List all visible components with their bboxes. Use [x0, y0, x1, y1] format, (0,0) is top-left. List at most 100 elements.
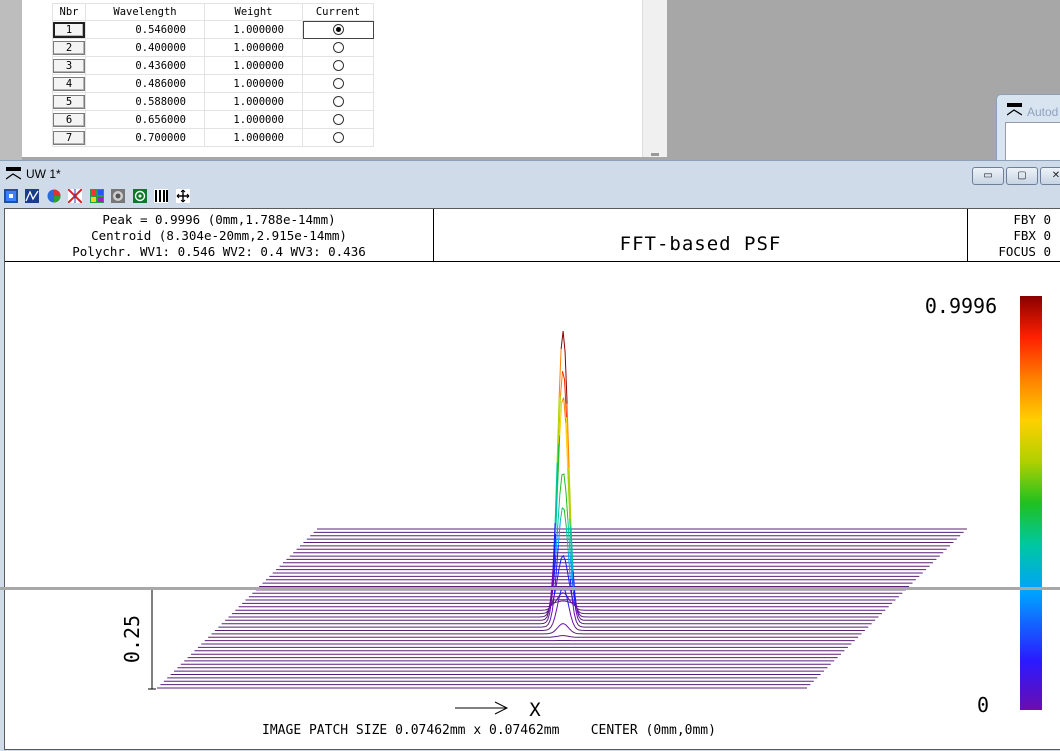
plot-header: Peak = 0.9996 (0mm,1.788e-14mm) Centroid…	[5, 209, 1060, 262]
wavelength-cell[interactable]: 0.588000	[86, 93, 205, 111]
surface-line	[576, 622, 868, 628]
row-number-button[interactable]: 7	[53, 129, 86, 147]
current-radio-cell[interactable]	[303, 75, 374, 93]
weight-cell[interactable]: 1.000000	[205, 129, 303, 147]
image-patch-size-label: IMAGE PATCH SIZE 0.07462mm x 0.07462mm C…	[262, 723, 716, 738]
row-number-button[interactable]: 2	[53, 39, 86, 57]
grid-pattern-icon[interactable]	[90, 189, 104, 203]
surface-line	[579, 617, 875, 620]
green-target-icon[interactable]	[133, 189, 147, 203]
current-radio-cell[interactable]	[303, 21, 374, 39]
wavelength-panel: Nbr Wavelength Weight Current 10.5460001…	[22, 0, 667, 157]
left-strip	[0, 0, 22, 160]
table-row[interactable]: 60.6560001.000000	[53, 111, 374, 129]
weight-cell[interactable]: 1.000000	[205, 39, 303, 57]
weight-cell[interactable]: 1.000000	[205, 75, 303, 93]
current-radio-button[interactable]	[333, 96, 344, 107]
surface-line	[558, 521, 560, 545]
x-axis-arrow	[455, 702, 507, 714]
row-number-button[interactable]: 6	[53, 111, 86, 129]
current-radio-button[interactable]	[333, 114, 344, 125]
col-header-current: Current	[303, 4, 374, 21]
current-radio-cell[interactable]	[303, 111, 374, 129]
window-title: UW 1*	[26, 167, 61, 181]
bars-icon[interactable]	[154, 189, 168, 203]
weight-cell[interactable]: 1.000000	[205, 93, 303, 111]
row-number-button[interactable]: 4	[53, 75, 86, 93]
psf-plot-area: Peak = 0.9996 (0mm,1.788e-14mm) Centroid…	[4, 208, 1060, 750]
table-row[interactable]: 10.5460001.000000	[53, 21, 374, 39]
current-radio-button[interactable]	[333, 60, 344, 71]
minimize-button[interactable]: ▭	[972, 167, 1004, 185]
autodesk-window[interactable]: Autod	[996, 94, 1060, 162]
surface-line	[558, 624, 570, 629]
psf-wireframe	[157, 331, 967, 688]
header-info: Peak = 0.9996 (0mm,1.788e-14mm) Centroid…	[5, 212, 433, 260]
color-wheel-icon[interactable]	[47, 189, 61, 203]
ray-fan-icon[interactable]	[25, 189, 39, 203]
weight-cell[interactable]: 1.000000	[205, 57, 303, 75]
row-number-button[interactable]: 3	[53, 57, 86, 75]
fby-info: FBY 0	[971, 212, 1051, 228]
current-radio-cell[interactable]	[303, 39, 374, 57]
toolbar	[4, 189, 193, 206]
plot-title: FFT-based PSF	[434, 233, 967, 255]
current-radio-button[interactable]	[333, 132, 344, 143]
wavelength-cell[interactable]: 0.656000	[86, 111, 205, 129]
close-button[interactable]: ✕	[1040, 167, 1060, 185]
peak-info: Peak = 0.9996 (0mm,1.788e-14mm)	[5, 212, 433, 228]
surface-line	[558, 494, 560, 524]
surface-line	[561, 331, 567, 404]
table-row[interactable]: 50.5880001.000000	[53, 93, 374, 111]
scale-label: 0.25	[120, 615, 144, 663]
surface-line	[562, 508, 566, 527]
table-row[interactable]: 70.7000001.000000	[53, 129, 374, 147]
header-divider	[967, 209, 968, 261]
current-radio-cell[interactable]	[303, 93, 374, 111]
scrollbar-grip[interactable]	[651, 153, 659, 156]
col-header-nbr: Nbr	[53, 4, 86, 21]
color-scale-bar	[1020, 296, 1042, 710]
surface-line	[222, 613, 550, 624]
current-radio-button[interactable]	[333, 78, 344, 89]
row-number-button[interactable]: 5	[53, 93, 86, 111]
current-radio-cell[interactable]	[303, 57, 374, 75]
current-radio-button[interactable]	[333, 42, 344, 53]
col-header-weight: Weight	[205, 4, 303, 21]
wavelength-cell[interactable]: 0.700000	[86, 129, 205, 147]
surface-line	[242, 601, 892, 603]
color-scale-min-label: 0	[977, 693, 989, 717]
uw-window: UW 1* ▭ ▢ ✕ Peak = 0.9996 (0mm,1.788e-14…	[0, 160, 1060, 751]
wavelength-table-area: Nbr Wavelength Weight Current 10.5460001…	[22, 0, 642, 157]
wavelength-cell[interactable]: 0.486000	[86, 75, 205, 93]
surface-line	[562, 398, 566, 423]
centroid-info: Centroid (8.304e-20mm,2.915e-14mm)	[5, 228, 433, 244]
wavelength-cell[interactable]: 0.436000	[86, 57, 205, 75]
table-row[interactable]: 30.4360001.000000	[53, 57, 374, 75]
aberration-icon[interactable]	[68, 189, 82, 203]
current-radio-cell[interactable]	[303, 129, 374, 147]
surface-line	[570, 629, 862, 634]
wavelength-cell[interactable]: 0.546000	[86, 21, 205, 39]
fbx-info: FBX 0	[971, 228, 1051, 244]
surface-line	[208, 636, 858, 638]
maximize-button[interactable]: ▢	[1006, 167, 1038, 185]
autodesk-window-content	[1005, 122, 1060, 163]
wavelength-cell[interactable]: 0.400000	[86, 39, 205, 57]
autodesk-window-title: Autod	[1027, 105, 1058, 119]
x-axis-label: X	[529, 699, 541, 721]
surface-line	[235, 600, 553, 611]
table-row[interactable]: 40.4860001.000000	[53, 75, 374, 93]
vertical-scrollbar[interactable]	[642, 0, 667, 157]
current-radio-button[interactable]	[333, 24, 344, 35]
weight-cell[interactable]: 1.000000	[205, 111, 303, 129]
row-number-button[interactable]: 1	[53, 21, 86, 39]
pointer-icon[interactable]	[176, 189, 190, 203]
spot-diagram-icon[interactable]	[4, 189, 18, 203]
table-row[interactable]: 20.4000001.000000	[53, 39, 374, 57]
weight-cell[interactable]: 1.000000	[205, 21, 303, 39]
vertical-scale-marker	[148, 589, 156, 689]
app-icon	[1007, 103, 1022, 116]
psf-icon[interactable]	[111, 189, 125, 203]
focus-info: FOCUS 0	[971, 244, 1051, 260]
